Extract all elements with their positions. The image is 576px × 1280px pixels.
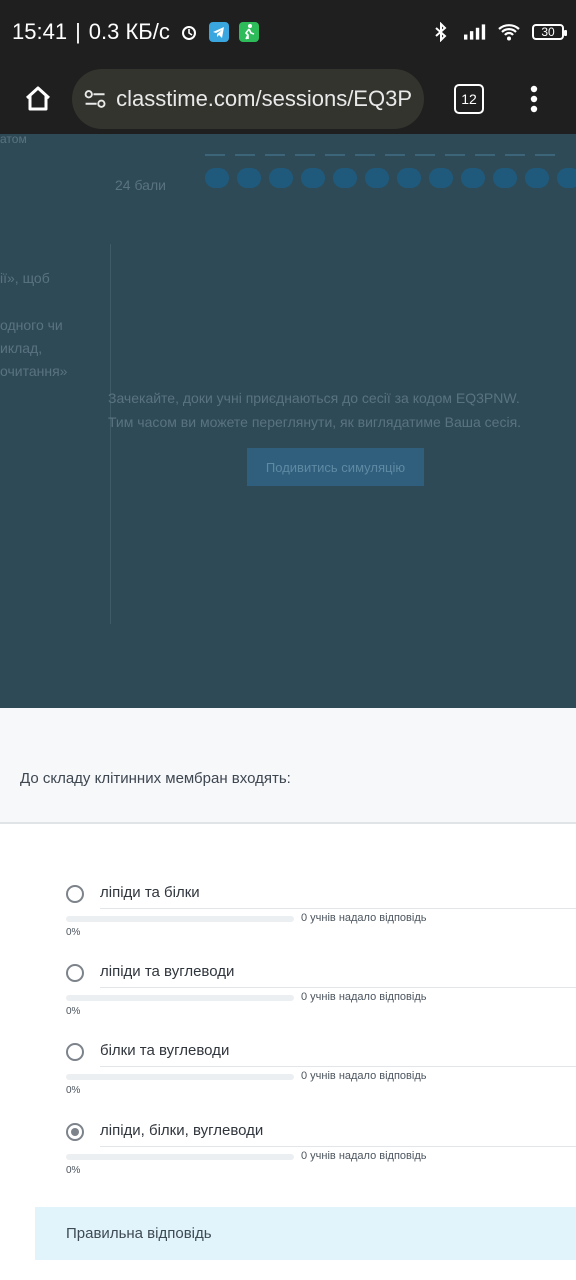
home-icon xyxy=(25,86,51,111)
response-count: 0 учнів надало відповідь xyxy=(301,1070,427,1082)
divider xyxy=(100,987,576,988)
divider xyxy=(100,1066,576,1067)
progress-bar xyxy=(66,916,294,922)
question-icons-row xyxy=(205,140,555,156)
battery-icon: 30 xyxy=(532,24,567,40)
status-bar: 15:41 | 0.3 КБ/с 30 xyxy=(0,0,576,64)
bg-left-text-3: иклад, xyxy=(0,340,43,356)
status-time: 15:41 xyxy=(12,19,68,44)
answer-label: ліпіди, білки, вуглеводи xyxy=(100,1122,264,1139)
browser-toolbar: classtime.com/sessions/EQ3P 12 xyxy=(0,64,576,134)
response-percent: 0% xyxy=(66,1085,81,1096)
response-count: 0 учнів надало відповідь xyxy=(301,991,427,1003)
answer-label: білки та вуглеводи xyxy=(100,1042,230,1059)
view-simulation-button[interactable]: Подивитись симуляцію xyxy=(247,448,424,486)
signal-icon xyxy=(464,21,486,43)
progress-bar xyxy=(66,995,294,1001)
correct-answer-banner: Правильна відповідь xyxy=(35,1207,576,1260)
divider xyxy=(100,1146,576,1147)
site-settings-icon xyxy=(84,90,106,108)
bg-top-snippet: атом xyxy=(0,134,27,146)
answer-label: ліпіди та вуглеводи xyxy=(100,963,235,980)
question-text: До складу клітинних мембран входять: xyxy=(20,770,291,787)
waiting-message-line-2: Тим часом ви можете переглянути, як вигл… xyxy=(108,414,522,430)
alarm-icon xyxy=(178,21,200,43)
browser-menu-button[interactable] xyxy=(524,79,544,119)
tab-switcher-button[interactable]: 12 xyxy=(454,84,484,114)
battery-level: 30 xyxy=(541,25,555,39)
url-text: classtime.com/sessions/EQ3P xyxy=(116,86,412,111)
response-percent: 0% xyxy=(66,927,81,938)
radio-button[interactable] xyxy=(66,1043,84,1061)
response-count: 0 учнів надало відповідь xyxy=(301,912,427,924)
points-dropdown: 24 бали xyxy=(115,177,166,193)
divider xyxy=(100,908,576,909)
response-count: 0 учнів надало відповідь xyxy=(301,1150,427,1162)
walking-icon xyxy=(238,21,260,43)
progress-bar xyxy=(66,1074,294,1080)
question-panel: До складу клітинних мембран входять: xyxy=(0,708,576,824)
dimmed-background[interactable]: атом 24 бали ії», щоб одного чи иклад, о… xyxy=(0,134,576,708)
home-button[interactable] xyxy=(18,79,58,119)
url-bar[interactable]: classtime.com/sessions/EQ3P xyxy=(72,69,424,129)
toggle-row xyxy=(205,168,576,188)
progress-bar xyxy=(66,1154,294,1160)
radio-button[interactable] xyxy=(66,885,84,903)
telegram-icon xyxy=(208,21,230,43)
radio-button[interactable] xyxy=(66,964,84,982)
response-percent: 0% xyxy=(66,1006,81,1017)
bluetooth-icon xyxy=(430,21,452,43)
bg-left-text-2: одного чи xyxy=(0,317,63,333)
tab-count: 12 xyxy=(461,91,477,107)
response-percent: 0% xyxy=(66,1165,81,1176)
more-vertical-icon xyxy=(530,85,538,113)
wifi-icon xyxy=(498,21,520,43)
answer-label: ліпіди та білки xyxy=(100,884,200,901)
bg-left-text-4: очитання» xyxy=(0,363,68,379)
status-network-speed: 0.3 КБ/с xyxy=(88,19,170,44)
bg-left-text-1: ії», щоб xyxy=(0,270,50,286)
status-separator: | xyxy=(75,19,81,44)
waiting-message-line-1: Зачекайте, доки учні приєднаються до сес… xyxy=(108,390,520,406)
radio-button-checked[interactable] xyxy=(66,1123,84,1141)
bg-left-card xyxy=(0,244,111,624)
